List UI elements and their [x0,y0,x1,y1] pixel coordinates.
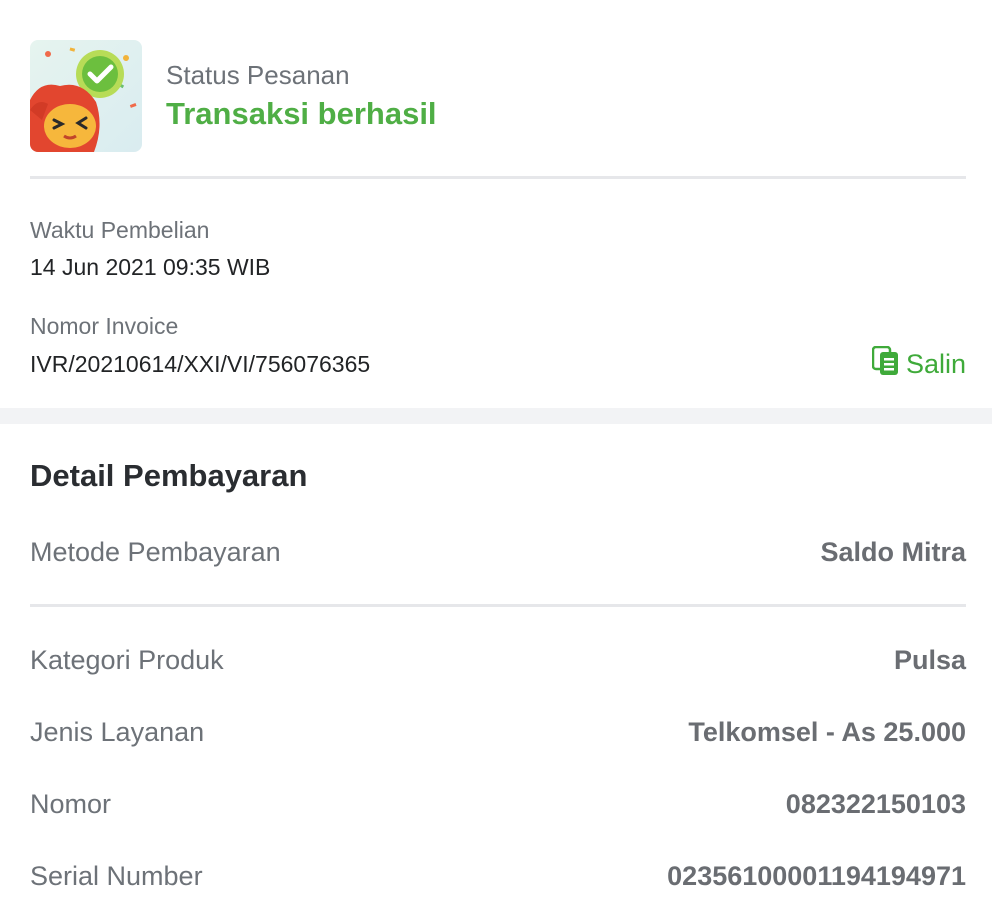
detail-row: Nomor 082322150103 [30,784,966,824]
detail-row: Serial Number 02356100001194194971 [30,856,966,896]
detail-row-value: Pulsa [893,644,966,675]
payment-method-value: Saldo Mitra [820,536,966,567]
status-value: Transaksi berhasil [166,96,437,131]
transaction-detail-page: Status Pesanan Transaksi berhasil Waktu … [0,0,992,922]
order-status-header: Status Pesanan Transaksi berhasil [30,40,966,152]
detail-row-value: 02356100001194194971 [667,860,966,891]
copy-icon [871,345,906,383]
detail-row: Jenis Layanan Telkomsel - As 25.000 [30,712,966,752]
detail-row-label: Serial Number [30,860,203,891]
status-label: Status Pesanan [166,60,350,90]
detail-row-label: Kategori Produk [30,644,224,675]
invoice-number-label: Nomor Invoice [30,313,179,339]
divider [30,176,966,179]
payment-method-row: Metode Pembayaran Saldo Mitra [30,532,966,572]
detail-row-label: Nomor [30,788,112,819]
status-text-block: Status Pesanan Transaksi berhasil [166,58,437,134]
payment-detail-title: Detail Pembayaran [30,458,308,493]
divider [30,604,966,607]
copy-label: Salin [905,349,966,379]
invoice-number-value: IVR/20210614/XXI/VI/756076365 [30,351,371,377]
purchase-time-label: Waktu Pembelian [30,217,210,243]
purchase-time-value: 14 Jun 2021 09:35 WIB [30,254,271,280]
payment-method-label: Metode Pembayaran [30,536,281,567]
detail-row-label: Jenis Layanan [30,716,205,747]
success-mascot-icon [30,40,142,152]
detail-row-value: Telkomsel - As 25.000 [688,716,966,747]
detail-row: Kategori Produk Pulsa [30,640,966,680]
section-separator [0,408,992,424]
detail-row-value: 082322150103 [785,788,966,819]
copy-invoice-button[interactable]: Salin [871,345,966,383]
